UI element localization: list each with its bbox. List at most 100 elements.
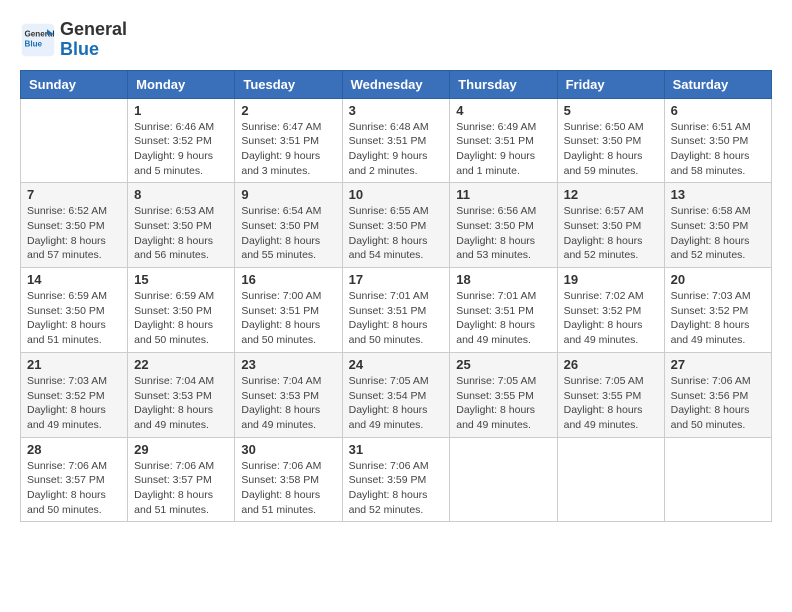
day-info: Sunrise: 7:05 AM Sunset: 3:55 PM Dayligh… [564, 374, 658, 433]
day-info: Sunrise: 6:59 AM Sunset: 3:50 PM Dayligh… [134, 289, 228, 348]
day-info: Sunrise: 6:55 AM Sunset: 3:50 PM Dayligh… [349, 204, 444, 263]
day-info: Sunrise: 6:52 AM Sunset: 3:50 PM Dayligh… [27, 204, 121, 263]
logo-text-blue: Blue [60, 40, 127, 60]
calendar-cell: 14 Sunrise: 6:59 AM Sunset: 3:50 PM Dayli… [21, 268, 128, 353]
day-info: Sunrise: 6:57 AM Sunset: 3:50 PM Dayligh… [564, 204, 658, 263]
weekday-header-thursday: Thursday [450, 70, 557, 98]
calendar-cell: 8 Sunrise: 6:53 AM Sunset: 3:50 PM Daylig… [128, 183, 235, 268]
day-number: 13 [671, 187, 765, 202]
day-info: Sunrise: 6:50 AM Sunset: 3:50 PM Dayligh… [564, 120, 658, 179]
day-info: Sunrise: 7:06 AM Sunset: 3:59 PM Dayligh… [349, 459, 444, 518]
day-info: Sunrise: 7:02 AM Sunset: 3:52 PM Dayligh… [564, 289, 658, 348]
day-number: 22 [134, 357, 228, 372]
calendar-cell: 22 Sunrise: 7:04 AM Sunset: 3:53 PM Dayli… [128, 352, 235, 437]
weekday-header-saturday: Saturday [664, 70, 771, 98]
calendar-cell: 17 Sunrise: 7:01 AM Sunset: 3:51 PM Dayli… [342, 268, 450, 353]
day-info: Sunrise: 6:47 AM Sunset: 3:51 PM Dayligh… [241, 120, 335, 179]
calendar-cell: 20Sunrise: 7:03 AM Sunset: 3:52 PM Dayli… [664, 268, 771, 353]
day-info: Sunrise: 7:01 AM Sunset: 3:51 PM Dayligh… [349, 289, 444, 348]
calendar-cell: 19 Sunrise: 7:02 AM Sunset: 3:52 PM Dayli… [557, 268, 664, 353]
calendar-cell: 3Sunrise: 6:48 AM Sunset: 3:51 PM Daylig… [342, 98, 450, 183]
day-number: 5 [564, 103, 658, 118]
day-info: Sunrise: 6:59 AM Sunset: 3:50 PM Dayligh… [27, 289, 121, 348]
calendar-cell [450, 437, 557, 522]
calendar-cell: 29 Sunrise: 7:06 AM Sunset: 3:57 PM Dayli… [128, 437, 235, 522]
day-info: Sunrise: 7:06 AM Sunset: 3:57 PM Dayligh… [27, 459, 121, 518]
calendar-cell: 26 Sunrise: 7:05 AM Sunset: 3:55 PM Dayli… [557, 352, 664, 437]
calendar-cell: 28 Sunrise: 7:06 AM Sunset: 3:57 PM Dayli… [21, 437, 128, 522]
day-info: Sunrise: 6:46 AM Sunset: 3:52 PM Dayligh… [134, 120, 228, 179]
day-number: 14 [27, 272, 121, 287]
calendar-cell [21, 98, 128, 183]
day-number: 19 [564, 272, 658, 287]
calendar-cell: 11 Sunrise: 6:56 AM Sunset: 3:50 PM Dayli… [450, 183, 557, 268]
day-number: 15 [134, 272, 228, 287]
day-info: Sunrise: 7:04 AM Sunset: 3:53 PM Dayligh… [241, 374, 335, 433]
week-row-4: 21Sunrise: 7:03 AM Sunset: 3:52 PM Dayli… [21, 352, 772, 437]
calendar-cell [664, 437, 771, 522]
day-number: 12 [564, 187, 658, 202]
day-number: 6 [671, 103, 765, 118]
logo-text-general: General [60, 20, 127, 40]
svg-text:Blue: Blue [25, 39, 43, 48]
week-row-3: 14 Sunrise: 6:59 AM Sunset: 3:50 PM Dayli… [21, 268, 772, 353]
day-info: Sunrise: 7:00 AM Sunset: 3:51 PM Dayligh… [241, 289, 335, 348]
calendar-cell: 4Sunrise: 6:49 AM Sunset: 3:51 PM Daylig… [450, 98, 557, 183]
page-header: General Blue General Blue [20, 20, 772, 60]
day-info: Sunrise: 7:05 AM Sunset: 3:54 PM Dayligh… [349, 374, 444, 433]
calendar-cell: 31Sunrise: 7:06 AM Sunset: 3:59 PM Dayli… [342, 437, 450, 522]
calendar-cell: 13 Sunrise: 6:58 AM Sunset: 3:50 PM Dayli… [664, 183, 771, 268]
day-number: 29 [134, 442, 228, 457]
calendar-cell: 5 Sunrise: 6:50 AM Sunset: 3:50 PM Daylig… [557, 98, 664, 183]
day-info: Sunrise: 6:58 AM Sunset: 3:50 PM Dayligh… [671, 204, 765, 263]
day-info: Sunrise: 7:04 AM Sunset: 3:53 PM Dayligh… [134, 374, 228, 433]
calendar-cell: 2Sunrise: 6:47 AM Sunset: 3:51 PM Daylig… [235, 98, 342, 183]
day-number: 26 [564, 357, 658, 372]
calendar-table: SundayMondayTuesdayWednesdayThursdayFrid… [20, 70, 772, 523]
day-info: Sunrise: 6:49 AM Sunset: 3:51 PM Dayligh… [456, 120, 550, 179]
day-number: 16 [241, 272, 335, 287]
day-number: 1 [134, 103, 228, 118]
week-row-2: 7 Sunrise: 6:52 AM Sunset: 3:50 PM Daylig… [21, 183, 772, 268]
day-number: 25 [456, 357, 550, 372]
day-info: Sunrise: 7:05 AM Sunset: 3:55 PM Dayligh… [456, 374, 550, 433]
day-number: 11 [456, 187, 550, 202]
calendar-cell: 23 Sunrise: 7:04 AM Sunset: 3:53 PM Dayli… [235, 352, 342, 437]
day-info: Sunrise: 6:56 AM Sunset: 3:50 PM Dayligh… [456, 204, 550, 263]
day-number: 27 [671, 357, 765, 372]
day-info: Sunrise: 7:01 AM Sunset: 3:51 PM Dayligh… [456, 289, 550, 348]
logo-icon: General Blue [20, 22, 56, 58]
weekday-header-tuesday: Tuesday [235, 70, 342, 98]
day-number: 30 [241, 442, 335, 457]
calendar-cell: 27 Sunrise: 7:06 AM Sunset: 3:56 PM Dayli… [664, 352, 771, 437]
day-info: Sunrise: 6:53 AM Sunset: 3:50 PM Dayligh… [134, 204, 228, 263]
day-info: Sunrise: 7:06 AM Sunset: 3:57 PM Dayligh… [134, 459, 228, 518]
calendar-cell: 24 Sunrise: 7:05 AM Sunset: 3:54 PM Dayli… [342, 352, 450, 437]
week-row-1: 1 Sunrise: 6:46 AM Sunset: 3:52 PM Daylig… [21, 98, 772, 183]
weekday-header-sunday: Sunday [21, 70, 128, 98]
day-number: 9 [241, 187, 335, 202]
calendar-cell: 9Sunrise: 6:54 AM Sunset: 3:50 PM Daylig… [235, 183, 342, 268]
calendar-cell [557, 437, 664, 522]
day-number: 8 [134, 187, 228, 202]
calendar-cell: 12 Sunrise: 6:57 AM Sunset: 3:50 PM Dayli… [557, 183, 664, 268]
day-info: Sunrise: 7:03 AM Sunset: 3:52 PM Dayligh… [27, 374, 121, 433]
day-info: Sunrise: 7:06 AM Sunset: 3:56 PM Dayligh… [671, 374, 765, 433]
day-info: Sunrise: 7:03 AM Sunset: 3:52 PM Dayligh… [671, 289, 765, 348]
day-number: 24 [349, 357, 444, 372]
calendar-cell: 21Sunrise: 7:03 AM Sunset: 3:52 PM Dayli… [21, 352, 128, 437]
day-number: 17 [349, 272, 444, 287]
weekday-header-monday: Monday [128, 70, 235, 98]
calendar-cell: 25 Sunrise: 7:05 AM Sunset: 3:55 PM Dayli… [450, 352, 557, 437]
calendar-cell: 10 Sunrise: 6:55 AM Sunset: 3:50 PM Dayli… [342, 183, 450, 268]
weekday-header-row: SundayMondayTuesdayWednesdayThursdayFrid… [21, 70, 772, 98]
calendar-cell: 18Sunrise: 7:01 AM Sunset: 3:51 PM Dayli… [450, 268, 557, 353]
calendar-cell: 7 Sunrise: 6:52 AM Sunset: 3:50 PM Daylig… [21, 183, 128, 268]
day-number: 10 [349, 187, 444, 202]
day-number: 23 [241, 357, 335, 372]
day-number: 28 [27, 442, 121, 457]
weekday-header-friday: Friday [557, 70, 664, 98]
day-number: 7 [27, 187, 121, 202]
calendar-cell: 15 Sunrise: 6:59 AM Sunset: 3:50 PM Dayli… [128, 268, 235, 353]
calendar-cell: 6Sunrise: 6:51 AM Sunset: 3:50 PM Daylig… [664, 98, 771, 183]
